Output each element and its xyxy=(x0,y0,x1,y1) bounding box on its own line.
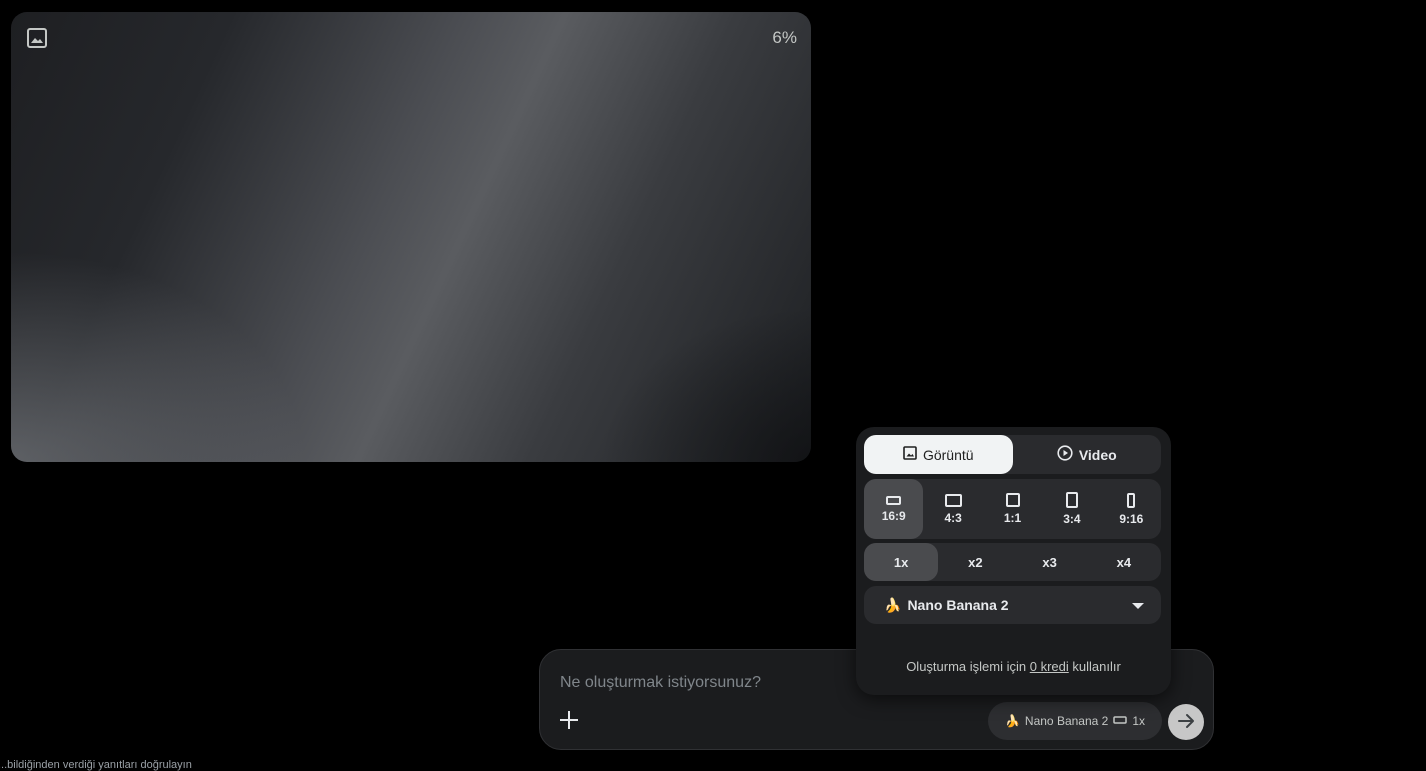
banana-emoji: 🍌 xyxy=(884,596,902,613)
count-x3-button[interactable]: x3 xyxy=(1013,543,1087,581)
credit-suffix: kullanılır xyxy=(1072,659,1121,674)
image-count-selector: 1x x2 x3 x4 xyxy=(864,543,1161,581)
ratio-3-4-button[interactable]: 3:4 xyxy=(1042,479,1101,539)
aspect-ratio-selector: 16:9 4:3 1:1 3:4 9:16 xyxy=(864,479,1161,539)
aspect-9-16-icon xyxy=(1127,492,1136,508)
image-icon xyxy=(903,446,917,463)
add-button[interactable] xyxy=(556,708,582,734)
footer-disclaimer: ...bildiğinden verdiği yanıtları doğrula… xyxy=(0,759,192,771)
ratio-1-1-button[interactable]: 1:1 xyxy=(983,479,1042,539)
play-circle-icon xyxy=(1057,445,1073,464)
model-dropdown[interactable]: 🍌 Nano Banana 2 xyxy=(864,586,1161,624)
caret-down-icon xyxy=(1131,597,1145,613)
send-button[interactable] xyxy=(1168,704,1204,740)
aspect-3-4-icon xyxy=(1065,492,1078,508)
ratio-4-3-button[interactable]: 4:3 xyxy=(923,479,982,539)
chip-count-label: 1x xyxy=(1132,714,1146,728)
mode-video-button[interactable]: Video xyxy=(1013,435,1162,474)
plus-icon xyxy=(558,709,580,734)
progress-percent: 6% xyxy=(772,28,797,47)
banana-emoji: 🍌 xyxy=(1004,714,1020,728)
aspect-16-9-icon xyxy=(886,495,902,505)
count-x2-button[interactable]: x2 xyxy=(938,543,1012,581)
aspect-16-9-icon xyxy=(1113,714,1128,728)
credit-note: Oluşturma işlemi için 0 kredi kullanılır xyxy=(856,659,1171,674)
mode-toggle: Görüntü Video xyxy=(864,435,1161,474)
aspect-4-3-icon xyxy=(944,493,962,507)
model-label: Nano Banana 2 xyxy=(907,597,1009,613)
ratio-label: 1:1 xyxy=(1003,511,1022,525)
ratio-label: 9:16 xyxy=(1119,511,1144,526)
ratio-label: 16:9 xyxy=(881,508,906,523)
credit-prefix: Oluşturma işlemi için xyxy=(906,659,1027,674)
count-1x-button[interactable]: 1x xyxy=(864,543,939,581)
generation-settings-popover: Görüntü Video 16:9 4:3 1:1 3:4 9:16 1x x… xyxy=(856,427,1171,695)
ratio-16-9-button[interactable]: 16:9 xyxy=(864,479,924,539)
generation-settings-chip[interactable]: 🍌 Nano Banana 2 1x xyxy=(988,702,1162,740)
ratio-label: 4:3 xyxy=(944,510,962,525)
mode-image-label: Görüntü xyxy=(922,446,974,463)
credit-link[interactable]: 0 kredi xyxy=(1030,659,1069,674)
arrow-right-icon xyxy=(1176,711,1196,734)
count-x4-button[interactable]: x4 xyxy=(1087,543,1161,581)
mode-image-button[interactable]: Görüntü xyxy=(864,435,1013,474)
ratio-label: 3:4 xyxy=(1063,512,1081,526)
image-icon xyxy=(26,27,48,49)
aspect-1-1-icon xyxy=(1005,493,1020,507)
ratio-9-16-button[interactable]: 9:16 xyxy=(1102,479,1161,539)
generation-preview: 6% xyxy=(11,12,811,462)
chip-model-label: Nano Banana 2 xyxy=(1024,714,1109,728)
mode-video-label: Video xyxy=(1078,446,1117,463)
